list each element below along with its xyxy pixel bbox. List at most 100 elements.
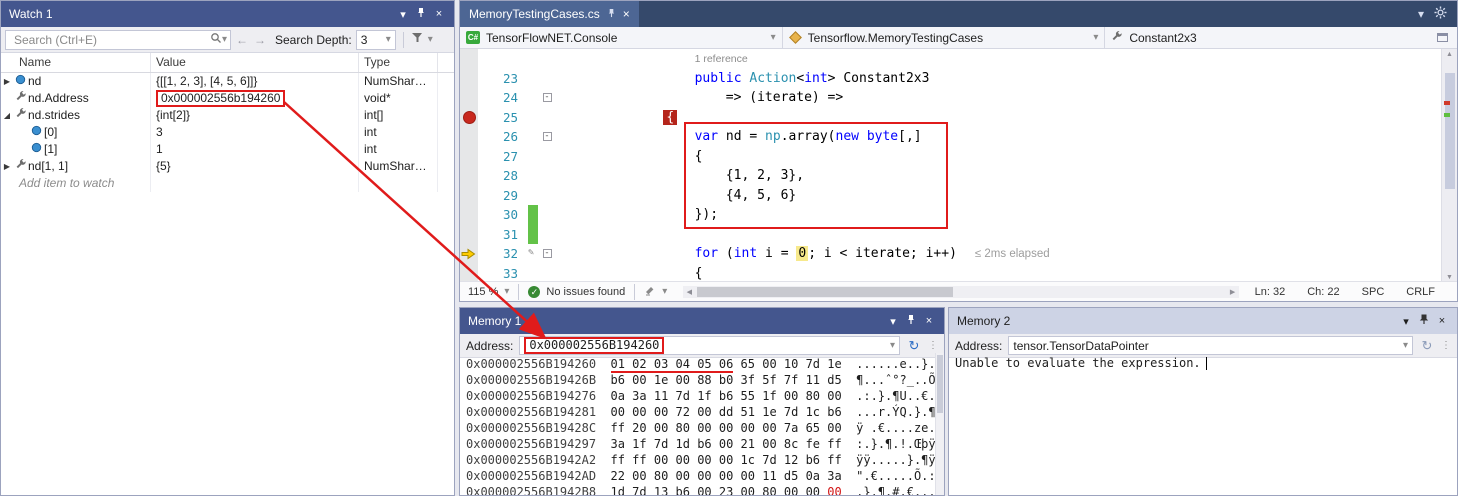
expander-icon[interactable]: ▶ bbox=[1, 73, 13, 90]
chevron-down-icon[interactable]: ▾ bbox=[428, 34, 433, 45]
code-line[interactable]: {1, 2, 3}, bbox=[556, 166, 1457, 186]
value-cell[interactable]: 1 bbox=[151, 141, 359, 158]
horizontal-scrollbar[interactable]: ◀ ▶ bbox=[683, 286, 1238, 298]
scroll-left-icon[interactable]: ◀ bbox=[683, 288, 695, 296]
refresh-icon[interactable]: ↻ bbox=[906, 338, 922, 354]
toolbar-overflow-icon[interactable]: ⋮ bbox=[928, 340, 938, 351]
chevron-down-icon[interactable]: ▾ bbox=[1418, 7, 1424, 21]
pin-icon[interactable] bbox=[902, 314, 920, 328]
breakpoint-margin[interactable] bbox=[460, 225, 478, 245]
scroll-up-icon[interactable]: ▲ bbox=[1442, 51, 1457, 58]
space-indicator[interactable]: SPC bbox=[1362, 286, 1385, 298]
window-menu-icon[interactable]: ▾ bbox=[1397, 315, 1415, 328]
watch-row[interactable]: ▶nd[1, 1]{5}NumShar… bbox=[1, 158, 454, 175]
editor-vertical-scrollbar[interactable]: ▲ ▼ bbox=[1441, 49, 1457, 283]
breakpoint-indicator[interactable] bbox=[463, 111, 476, 124]
scrollbar-thumb[interactable] bbox=[697, 287, 952, 297]
code-line[interactable] bbox=[556, 225, 1457, 245]
toolbar-overflow-icon[interactable]: ⋮ bbox=[1441, 340, 1451, 351]
window-menu-icon[interactable]: ▾ bbox=[884, 315, 902, 328]
memory1-scrollbar[interactable] bbox=[935, 353, 944, 495]
project-dropdown[interactable]: C# TensorFlowNET.Console ▾ bbox=[460, 27, 783, 49]
memory2-body[interactable]: Unable to evaluate the expression. bbox=[949, 353, 1457, 495]
scrollbar-thumb[interactable] bbox=[1445, 73, 1455, 189]
split-editor-icon[interactable] bbox=[1437, 33, 1448, 42]
code-line[interactable]: }); bbox=[556, 205, 1457, 225]
watch-row[interactable]: nd.Address0x000002556b194260void* bbox=[1, 90, 454, 107]
scrollbar-thumb[interactable] bbox=[937, 355, 943, 413]
watch-row[interactable]: [0]3int bbox=[1, 124, 454, 141]
breakpoint-margin[interactable] bbox=[460, 127, 478, 147]
expander-icon[interactable]: ▶ bbox=[1, 158, 13, 175]
breakpoint-margin[interactable] bbox=[460, 147, 478, 167]
expander-icon[interactable]: ◢ bbox=[1, 107, 13, 124]
breakpoint-margin[interactable] bbox=[460, 205, 478, 225]
breakpoint-margin[interactable] bbox=[460, 69, 478, 89]
search-back-icon[interactable]: ← bbox=[235, 33, 249, 47]
zoom-select[interactable]: 115 % bbox=[468, 286, 498, 298]
watch-row[interactable]: [1]1int bbox=[1, 141, 454, 158]
search-depth-select[interactable]: 3 ▾ bbox=[356, 30, 396, 50]
breakpoint-margin[interactable] bbox=[460, 166, 478, 186]
window-menu-icon[interactable]: ▾ bbox=[394, 8, 412, 21]
collapse-icon[interactable]: - bbox=[543, 132, 552, 141]
breakpoint-mark[interactable] bbox=[1444, 101, 1450, 105]
value-cell[interactable]: {[[1, 2, 3], [4, 5, 6]]} bbox=[151, 73, 359, 90]
close-icon[interactable]: × bbox=[920, 315, 938, 327]
close-icon[interactable]: × bbox=[623, 7, 630, 21]
type-dropdown[interactable]: Tensorflow.MemoryTestingCases ▾ bbox=[783, 27, 1106, 49]
current-statement-arrow-icon[interactable] bbox=[460, 244, 478, 264]
watch-row[interactable]: ◢nd.strides{int[2]}int[] bbox=[1, 107, 454, 124]
code-line[interactable]: public Action<int> Constant2x3 bbox=[556, 69, 1457, 89]
filter-icon[interactable] bbox=[411, 32, 424, 47]
pin-icon[interactable] bbox=[607, 7, 616, 21]
column-value[interactable]: Value bbox=[151, 53, 359, 72]
chevron-down-icon[interactable]: ▾ bbox=[222, 34, 227, 45]
column-type[interactable]: Type bbox=[359, 53, 438, 72]
breakpoint-margin[interactable] bbox=[460, 186, 478, 206]
value-cell[interactable]: {int[2]} bbox=[151, 107, 359, 124]
tab-memory-testing-cases[interactable]: MemoryTestingCases.cs × bbox=[460, 1, 639, 27]
watch-row[interactable]: ▶nd{[[1, 2, 3], [4, 5, 6]]}NumShar… bbox=[1, 73, 454, 90]
code-editor[interactable]: 1 reference23public Action<int> Constant… bbox=[460, 49, 1457, 283]
close-icon[interactable]: × bbox=[1433, 315, 1451, 327]
issues-status[interactable]: No issues found bbox=[546, 286, 625, 298]
search-icon[interactable] bbox=[210, 32, 222, 47]
value-cell[interactable]: 3 bbox=[151, 124, 359, 141]
eol-indicator[interactable]: CRLF bbox=[1406, 286, 1435, 298]
refresh-icon[interactable]: ↻ bbox=[1419, 338, 1435, 354]
value-cell[interactable]: {5} bbox=[151, 158, 359, 175]
search-forward-icon[interactable]: → bbox=[253, 33, 267, 47]
code-line[interactable]: var nd = np.array(new byte[,] bbox=[556, 127, 1457, 147]
breakpoint-margin[interactable] bbox=[460, 88, 478, 108]
collapse-icon[interactable]: - bbox=[543, 249, 552, 258]
collapse-icon[interactable]: - bbox=[543, 93, 552, 102]
scroll-right-icon[interactable]: ▶ bbox=[1227, 288, 1239, 296]
chevron-down-icon[interactable]: ▾ bbox=[662, 286, 667, 297]
watch-search-input[interactable] bbox=[12, 32, 210, 48]
scroll-down-icon[interactable]: ▼ bbox=[1442, 274, 1457, 281]
code-line[interactable]: { bbox=[556, 108, 1457, 128]
pin-icon[interactable] bbox=[412, 7, 430, 21]
breakpoint-margin[interactable] bbox=[460, 49, 478, 69]
column-name[interactable]: Name bbox=[1, 53, 151, 72]
breakpoint-margin[interactable] bbox=[460, 108, 478, 128]
chevron-down-icon[interactable]: ▾ bbox=[890, 340, 895, 351]
chevron-down-icon[interactable]: ▾ bbox=[504, 286, 509, 297]
code-line[interactable]: => (iterate) => bbox=[556, 88, 1457, 108]
watch-row[interactable]: Add item to watch bbox=[1, 175, 454, 192]
code-line[interactable]: {4, 5, 6} bbox=[556, 186, 1457, 206]
chevron-down-icon[interactable]: ▾ bbox=[1403, 340, 1408, 351]
gear-icon[interactable] bbox=[1434, 6, 1447, 22]
value-cell[interactable]: 0x000002556b194260 bbox=[151, 90, 359, 107]
pin-icon[interactable] bbox=[1415, 314, 1433, 328]
code-line[interactable]: for (int i = 0; i < iterate; i++)≤ 2ms e… bbox=[556, 244, 1457, 264]
memory-dump[interactable]: 0x000002556B194260 01 02 03 04 05 06 65 … bbox=[460, 353, 944, 495]
close-icon[interactable]: × bbox=[430, 8, 448, 20]
value-cell[interactable] bbox=[151, 175, 359, 192]
change-mark[interactable] bbox=[1444, 113, 1450, 117]
member-dropdown[interactable]: Constant2x3 bbox=[1105, 27, 1427, 49]
code-line[interactable]: { bbox=[556, 147, 1457, 167]
watch-search-box[interactable]: ▾ bbox=[5, 30, 231, 50]
code-cleanup-icon[interactable] bbox=[644, 284, 656, 299]
